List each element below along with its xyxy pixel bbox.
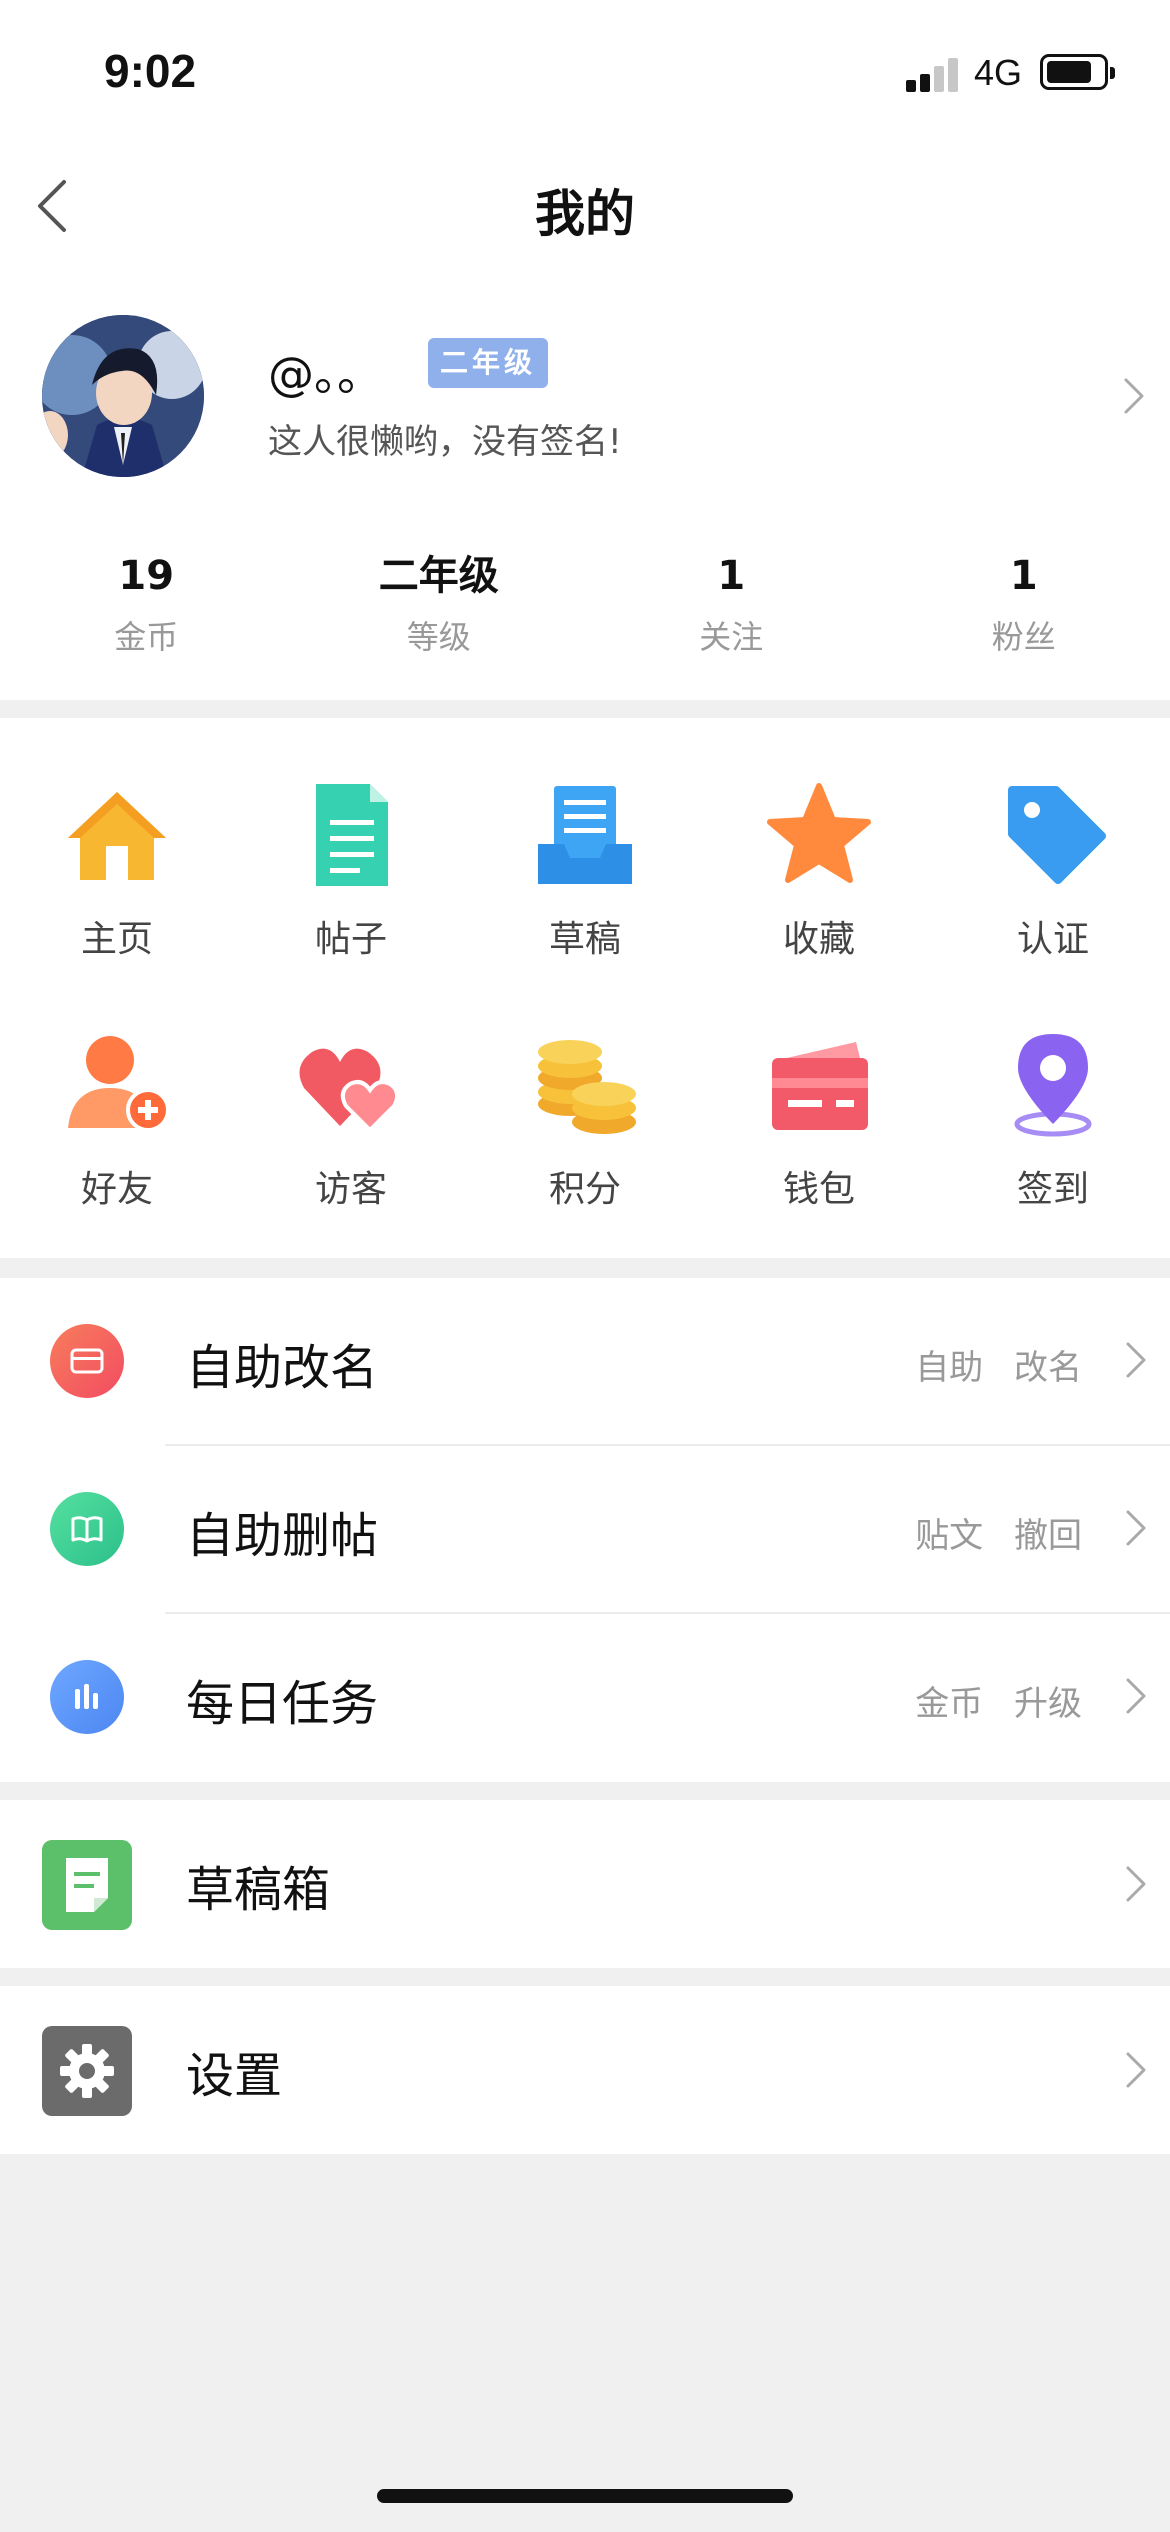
- username: @。。: [268, 347, 383, 401]
- chevron-right-icon: [1126, 1510, 1146, 1546]
- row-hint: 自助 改名: [915, 1348, 1082, 1388]
- drafts-card: 草稿箱: [0, 1800, 1170, 1968]
- grid-item-home[interactable]: 主页: [0, 780, 234, 980]
- profile-section: @。。 二年级 这人很懒哟，没有签名! 19 金币 二年级 等级 1 关注 1 …: [0, 270, 1170, 700]
- grid-item-drafts[interactable]: 草稿: [468, 780, 702, 980]
- stat-following[interactable]: 1 关注: [585, 548, 878, 678]
- stat-level[interactable]: 二年级 等级: [293, 548, 586, 678]
- document-icon: [316, 784, 388, 886]
- grid-label: 草稿: [548, 919, 621, 960]
- stat-followers[interactable]: 1 粉丝: [878, 548, 1170, 678]
- stat-value: 1: [1009, 553, 1038, 599]
- home-indicator[interactable]: [377, 2489, 793, 2503]
- wallet-icon: [772, 1042, 868, 1130]
- card-icon: [50, 1324, 124, 1398]
- self-service-card: 自助改名 自助 改名 自助删帖 贴文 撤回 每日任务 金币 升级: [0, 1278, 1170, 1782]
- star-icon: [767, 783, 871, 883]
- stat-label: 关注: [699, 618, 764, 656]
- location-pin-icon: [1014, 1034, 1092, 1137]
- list-item-settings[interactable]: 设置: [0, 1986, 1170, 2152]
- coins-icon: [538, 1040, 636, 1134]
- settings-card: 设置: [0, 1986, 1170, 2154]
- row-hint: 金币 升级: [915, 1684, 1082, 1724]
- row-label: 自助删帖: [186, 1508, 379, 1564]
- row-label: 每日任务: [186, 1676, 379, 1732]
- home-icon: [68, 792, 166, 880]
- stat-label: 等级: [406, 618, 471, 656]
- stat-value: 19: [118, 553, 175, 599]
- grid-label: 好友: [80, 1169, 153, 1210]
- list-item-drafts-box[interactable]: 草稿箱: [0, 1800, 1170, 1966]
- add-friend-icon: [68, 1036, 170, 1132]
- stat-label: 粉丝: [991, 618, 1056, 656]
- grid-item-posts[interactable]: 帖子: [234, 780, 468, 980]
- grid-item-friends[interactable]: 好友: [0, 1030, 234, 1230]
- draft-tray-icon: [538, 786, 632, 884]
- stat-coins[interactable]: 19 金币: [0, 548, 293, 678]
- stats-bar: 19 金币 二年级 等级 1 关注 1 粉丝: [0, 548, 1170, 678]
- grid-item-wallet[interactable]: 钱包: [702, 1030, 936, 1230]
- profile-chevron-icon[interactable]: [1118, 374, 1148, 418]
- grid-item-checkin[interactable]: 签到: [936, 1030, 1170, 1230]
- chevron-right-icon: [1126, 1866, 1146, 1902]
- grid-item-points[interactable]: 积分: [468, 1030, 702, 1230]
- row-label: 设置: [186, 2048, 283, 2104]
- stat-value: 二年级: [378, 553, 499, 599]
- grid-label: 签到: [1016, 1169, 1089, 1210]
- stat-value: 1: [717, 553, 746, 599]
- gear-icon: [42, 2026, 132, 2116]
- network-type: 4G: [974, 52, 1023, 93]
- grid-label: 收藏: [782, 919, 855, 960]
- grid-label: 主页: [80, 919, 153, 960]
- grid-item-verify[interactable]: 认证: [936, 780, 1170, 980]
- nav-bar: 我的: [0, 140, 1170, 270]
- avatar-image: [42, 315, 204, 477]
- row-label: 草稿箱: [186, 1862, 331, 1918]
- level-badge: 二年级: [428, 338, 549, 388]
- chevron-right-icon: [1126, 2052, 1146, 2088]
- grid-item-favorites[interactable]: 收藏: [702, 780, 936, 980]
- grid-label: 帖子: [314, 919, 387, 960]
- status-bar: 9:02 4G: [0, 0, 1170, 140]
- grid-label: 积分: [548, 1169, 621, 1210]
- list-item-rename[interactable]: 自助改名 自助 改名: [0, 1278, 1170, 1444]
- chevron-right-icon: [1126, 1678, 1146, 1714]
- signature: 这人很懒哟，没有签名!: [268, 422, 622, 462]
- chevron-right-icon: [1126, 1342, 1146, 1378]
- list-item-delete-post[interactable]: 自助删帖 贴文 撤回: [0, 1446, 1170, 1612]
- signal-icon: [906, 56, 960, 92]
- feature-grid: 主页 帖子 草稿 收藏 认证 好友 访客 积分 钱包 签到: [0, 718, 1170, 1258]
- stat-label: 金币: [114, 618, 179, 656]
- row-hint: 贴文 撤回: [915, 1516, 1082, 1556]
- row-label: 自助改名: [186, 1340, 379, 1396]
- page-title: 我的: [535, 185, 635, 243]
- book-icon: [50, 1492, 124, 1566]
- grid-item-visitors[interactable]: 访客: [234, 1030, 468, 1230]
- hearts-icon: [299, 1048, 400, 1133]
- list-item-daily-tasks[interactable]: 每日任务 金币 升级: [0, 1614, 1170, 1780]
- grid-label: 认证: [1016, 919, 1089, 960]
- bar-chart-icon: [50, 1660, 124, 1734]
- grid-label: 钱包: [782, 1169, 855, 1210]
- tag-icon: [1008, 786, 1106, 884]
- avatar[interactable]: [42, 315, 204, 477]
- grid-label: 访客: [314, 1169, 387, 1210]
- status-time: 9:02: [104, 45, 197, 97]
- battery-icon: [1040, 54, 1115, 90]
- note-icon: [42, 1840, 132, 1930]
